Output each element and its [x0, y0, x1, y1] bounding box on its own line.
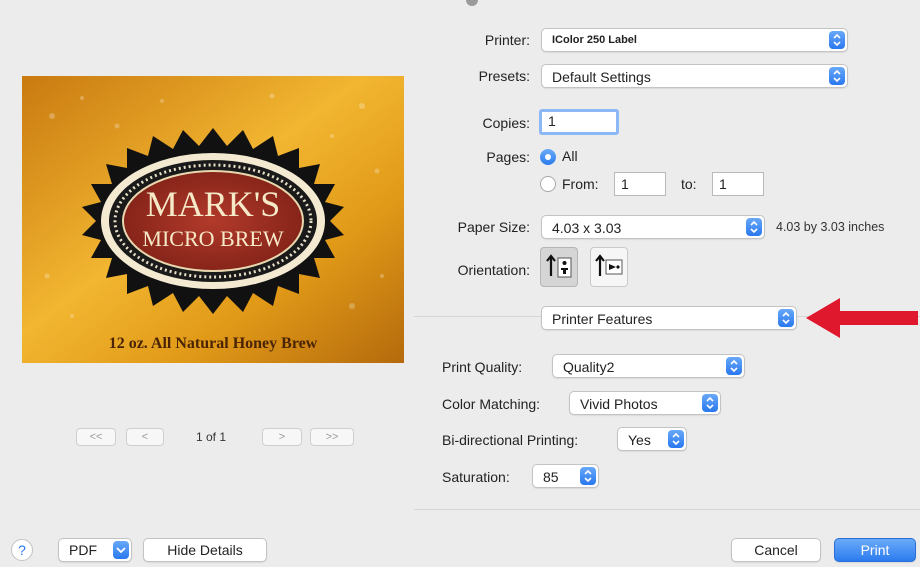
print-quality-value: Quality2	[563, 359, 615, 375]
color-matching-popup[interactable]: Vivid Photos	[569, 391, 721, 415]
pages-from-field[interactable]: 1	[614, 172, 666, 196]
orientation-portrait-button[interactable]	[540, 247, 578, 287]
paper-size-label: Paper Size:	[457, 219, 530, 235]
printer-value: IColor 250 Label	[552, 34, 637, 46]
pages-all-label: All	[562, 148, 578, 164]
color-matching-value: Vivid Photos	[580, 396, 658, 412]
paper-size-description: 4.03 by 3.03 inches	[776, 220, 885, 234]
preview-title-line2: MICRO BREW	[142, 226, 283, 251]
hide-details-button[interactable]: Hide Details	[143, 538, 267, 562]
updown-chevron-icon	[829, 67, 845, 85]
copies-field[interactable]: 1	[539, 109, 619, 135]
first-page-button[interactable]: <<	[76, 428, 116, 446]
help-label: ?	[18, 542, 26, 558]
cancel-button[interactable]: Cancel	[731, 538, 821, 562]
orientation-label: Orientation:	[457, 262, 530, 278]
pages-from-radio[interactable]	[540, 176, 556, 192]
color-matching-label: Color Matching:	[442, 396, 541, 412]
presets-label: Presets:	[478, 68, 530, 84]
updown-chevron-icon	[726, 357, 742, 375]
copies-value: 1	[548, 113, 556, 129]
top-partial-icon	[466, 0, 478, 6]
saturation-value: 85	[543, 469, 559, 485]
section-popup-value: Printer Features	[552, 311, 653, 327]
pages-to-label: to:	[681, 176, 697, 192]
help-button[interactable]: ?	[11, 539, 33, 561]
updown-chevron-icon	[580, 467, 596, 485]
pages-label: Pages:	[486, 149, 530, 165]
saturation-popup[interactable]: 85	[532, 464, 599, 488]
section-popup[interactable]: Printer Features	[541, 306, 797, 330]
print-quality-popup[interactable]: Quality2	[552, 354, 745, 378]
previous-page-button[interactable]: <	[126, 428, 164, 446]
previous-page-label: <	[141, 431, 149, 443]
updown-chevron-icon	[829, 31, 845, 49]
saturation-label: Saturation:	[442, 469, 510, 485]
portrait-orientation-icon	[546, 254, 572, 278]
presets-value: Default Settings	[552, 69, 651, 85]
bidirectional-popup[interactable]: Yes	[617, 427, 687, 451]
updown-chevron-icon	[746, 218, 762, 236]
label-preview-image: MARK'S MICRO BREW 12 oz. All Natural Hon…	[22, 76, 404, 363]
chevron-down-icon	[113, 541, 129, 559]
print-label: Print	[860, 542, 890, 558]
preview-tagline: 12 oz. All Natural Honey Brew	[109, 335, 318, 352]
preview-pane: MARK'S MICRO BREW 12 oz. All Natural Hon…	[22, 76, 404, 363]
pages-to-value: 1	[719, 176, 727, 192]
print-button[interactable]: Print	[834, 538, 916, 562]
printer-label: Printer:	[484, 32, 530, 48]
pages-all-radio[interactable]	[540, 149, 556, 165]
last-page-label: >>	[325, 431, 339, 443]
pdf-label: PDF	[69, 542, 97, 558]
hide-details-label: Hide Details	[167, 542, 243, 558]
bidirectional-label: Bi-directional Printing:	[442, 432, 579, 448]
pages-from-value: 1	[621, 176, 629, 192]
pages-to-field[interactable]: 1	[712, 172, 764, 196]
page-indicator: 1 of 1	[196, 430, 227, 444]
first-page-label: <<	[89, 431, 103, 443]
landscape-orientation-icon	[595, 254, 623, 276]
updown-chevron-icon	[668, 430, 684, 448]
pages-from-label: From:	[562, 176, 599, 192]
updown-chevron-icon	[702, 394, 718, 412]
preview-title-line1: MARK'S	[146, 184, 281, 224]
orientation-landscape-button[interactable]	[590, 247, 628, 287]
paper-size-popup[interactable]: 4.03 x 3.03	[541, 215, 765, 239]
cancel-label: Cancel	[754, 542, 798, 558]
print-quality-label: Print Quality:	[442, 359, 523, 375]
next-page-label: >	[278, 431, 286, 443]
presets-popup[interactable]: Default Settings	[541, 64, 848, 88]
paper-size-value: 4.03 x 3.03	[552, 220, 622, 236]
next-page-button[interactable]: >	[262, 428, 302, 446]
pointer-arrow-icon	[806, 298, 918, 338]
footer-divider	[414, 509, 920, 510]
bidirectional-value: Yes	[628, 432, 651, 448]
last-page-button[interactable]: >>	[310, 428, 354, 446]
updown-chevron-icon	[778, 309, 794, 327]
printer-popup[interactable]: IColor 250 Label	[541, 28, 848, 52]
copies-label: Copies:	[482, 115, 530, 131]
pdf-menu-button[interactable]: PDF	[58, 538, 132, 562]
